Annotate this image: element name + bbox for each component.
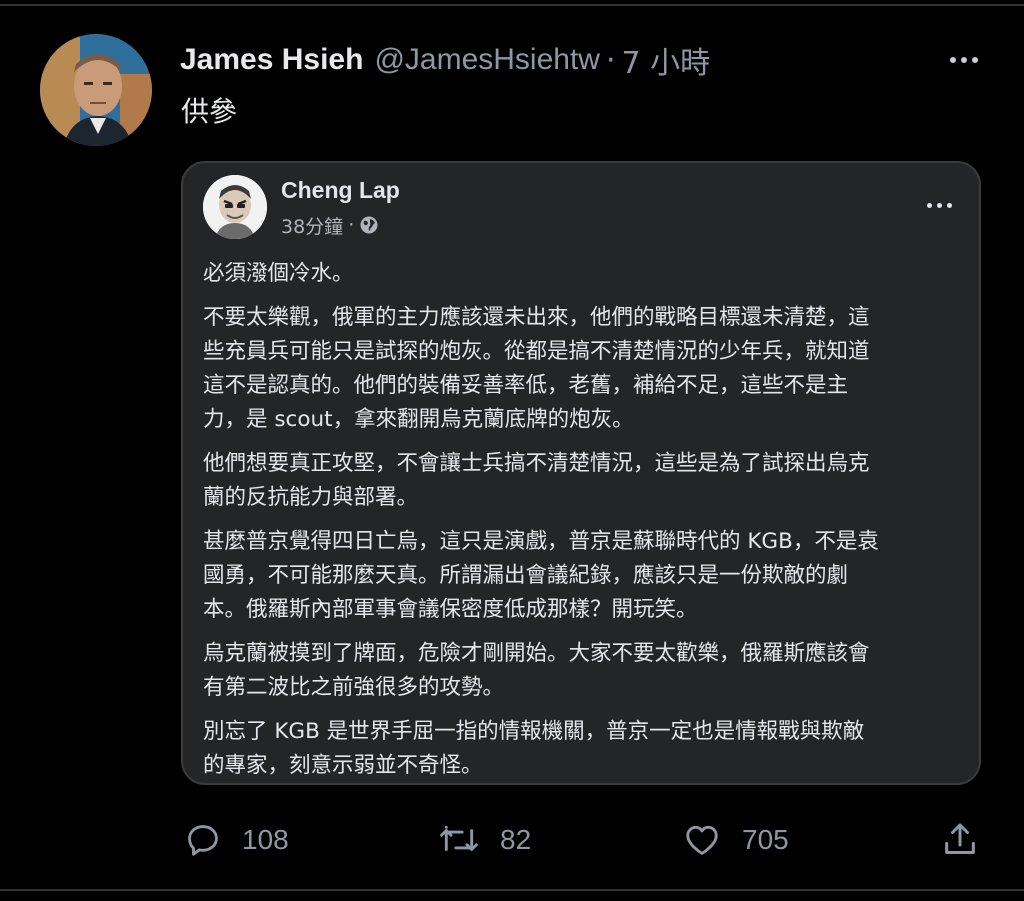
author-handle[interactable]: @JamesHsiehtw	[374, 43, 600, 77]
post-paragraph: 烏克蘭被摸到了牌面，危險才剛開始。大家不要太歡樂，俄羅斯應該會 有第二波比之前強…	[203, 641, 870, 700]
reply-icon	[188, 825, 218, 856]
tweet-header: James Hsieh @JamesHsiehtw · 7 小時	[180, 38, 710, 82]
more-dot	[946, 202, 952, 208]
author-name[interactable]: James Hsieh	[180, 43, 363, 77]
more-options-icon[interactable]	[944, 50, 984, 70]
top-divider	[0, 4, 1024, 6]
separator-dot: ·	[605, 42, 616, 78]
share-icon	[945, 823, 975, 854]
reply-count: 108	[242, 824, 289, 855]
post-paragraph: 甚麼普京覺得四日亡烏，這只是演戲，普京是蘇聯時代的 KGB，不是袁 國勇，不可能…	[203, 529, 879, 622]
separator-dot: ·	[348, 214, 355, 236]
more-dot	[936, 202, 942, 208]
quoted-post-card[interactable]: Cheng Lap 38分鐘 · 必須潑個冷水。 不要太樂觀，俄軍的主力應該還未…	[181, 161, 981, 785]
post-timestamp[interactable]: 38分鐘	[281, 212, 343, 239]
avatar-portrait	[40, 34, 152, 146]
tweet-actions: 108 82 705	[0, 814, 1024, 866]
bottom-divider	[0, 889, 1024, 891]
like-icon	[686, 825, 718, 855]
post-more-icon[interactable]	[919, 195, 959, 215]
retweet-icon	[440, 825, 478, 851]
share-button[interactable]	[940, 814, 980, 866]
post-paragraph: 別忘了 KGB 是世界手屈一指的情報機關，普京一定也是情報戰與欺敵 的專家，刻意…	[203, 719, 865, 778]
more-dot	[950, 57, 956, 63]
globe-icon	[359, 215, 379, 235]
cartoon-avatar	[203, 175, 267, 239]
tweet-timestamp[interactable]: 7 小時	[622, 38, 711, 82]
like-count: 705	[742, 824, 789, 855]
author-avatar[interactable]	[40, 34, 152, 146]
post-meta: 38分鐘 ·	[281, 211, 379, 239]
post-paragraph: 不要太樂觀，俄軍的主力應該還未出來，他們的戰略目標還未清楚，這 些充員兵可能只是…	[203, 305, 870, 432]
like-button[interactable]: 705	[682, 814, 789, 866]
retweet-count: 82	[500, 824, 532, 855]
reply-button[interactable]: 108	[184, 814, 289, 866]
retweet-button[interactable]: 82	[438, 814, 531, 866]
post-paragraph: 他們想要真正攻堅，不會讓士兵搞不清楚情況，這些是為了試探出烏克 蘭的反抗能力與部…	[203, 451, 870, 510]
post-author-avatar[interactable]	[203, 175, 267, 239]
more-dot	[961, 57, 967, 63]
post-paragraph: 必須潑個冷水。	[203, 261, 354, 286]
tweet-text: 供參	[181, 95, 238, 128]
post-author-name[interactable]: Cheng Lap	[281, 177, 400, 204]
post-body: 必須潑個冷水。 不要太樂觀，俄軍的主力應該還未出來，他們的戰略目標還未清楚，這 …	[203, 257, 973, 783]
more-dot	[926, 202, 932, 208]
more-dot	[972, 57, 978, 63]
